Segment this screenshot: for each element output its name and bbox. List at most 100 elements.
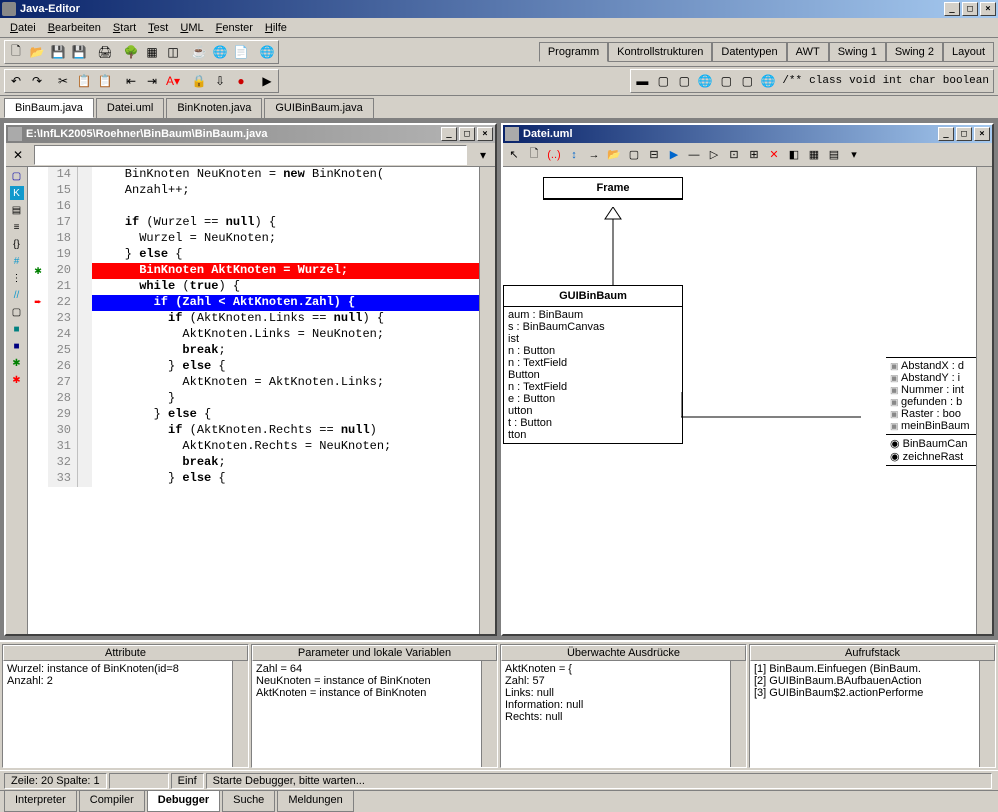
uml-right-box[interactable]: AbstandX : dAbstandY : iNummer : intgefu… — [886, 357, 976, 466]
tab-swing1[interactable]: Swing 1 — [829, 42, 886, 62]
uml-close-button[interactable]: × — [974, 127, 990, 141]
uml-delete-icon[interactable]: ✕ — [765, 146, 783, 164]
tab-debugger[interactable]: Debugger — [147, 791, 220, 812]
uml-group-icon[interactable]: ⊞ — [745, 146, 763, 164]
window-icon[interactable]: ▢ — [653, 71, 673, 91]
indent-right-icon[interactable]: ⇥ — [142, 71, 162, 91]
dropdown-arrow-icon[interactable]: ▾ — [473, 145, 493, 165]
app-icon-btn[interactable]: ☕ — [189, 42, 209, 62]
paste-icon[interactable]: 📋 — [95, 71, 115, 91]
tab-kontrollstrukturen[interactable]: Kontrollstrukturen — [608, 42, 712, 62]
uml-icon[interactable]: ◫ — [163, 42, 183, 62]
gutter-icon[interactable]: ■ — [10, 322, 24, 336]
tab-awt[interactable]: AWT — [787, 42, 829, 62]
menu-datei[interactable]: Datei — [4, 20, 42, 36]
tab-binbaum[interactable]: BinBaum.java — [4, 98, 94, 118]
panel-callstack-body[interactable]: [1] BinBaum.Einfuegen (BinBaum.[2] GUIBi… — [750, 661, 995, 767]
uml-guibinbaum-box[interactable]: GUIBinBaum aum : BinBaums : BinBaumCanva… — [503, 285, 683, 444]
code-close-button[interactable]: × — [477, 127, 493, 141]
uml-more-icon[interactable]: ▾ — [845, 146, 863, 164]
gutter-icon[interactable]: ✱ — [10, 373, 24, 387]
uml-scrollbar[interactable] — [976, 167, 992, 634]
uml-play-icon[interactable]: ▶ — [665, 146, 683, 164]
uml-box-icon[interactable]: ▢ — [625, 146, 643, 164]
tab-swing2[interactable]: Swing 2 — [886, 42, 943, 62]
gutter-icon[interactable]: ≡ — [10, 220, 24, 234]
tab-dateiuml[interactable]: Datei.uml — [96, 98, 164, 118]
uml-cursor-icon[interactable]: ↖ — [505, 146, 523, 164]
tab-suche[interactable]: Suche — [222, 791, 275, 812]
menu-fenster[interactable]: Fenster — [210, 20, 259, 36]
menu-bearbeiten[interactable]: Bearbeiten — [42, 20, 107, 36]
uml-min-button[interactable]: _ — [938, 127, 954, 141]
editor-close-icon[interactable]: ✕ — [8, 145, 28, 165]
gutter-icon[interactable]: {} — [10, 237, 24, 251]
panel-attribute-body[interactable]: Wurzel: instance of BinKnoten(id=8Anzahl… — [3, 661, 248, 767]
badge-boolean[interactable]: boolean — [940, 74, 992, 88]
panel-watched-body[interactable]: AktKnoten = { Zahl: 57 Links: null Infor… — [501, 661, 746, 767]
tab-interpreter[interactable]: Interpreter — [4, 791, 77, 812]
redo-icon[interactable]: ↷ — [27, 71, 47, 91]
member-dropdown[interactable] — [34, 145, 467, 165]
open-folder-icon[interactable]: 📂 — [27, 42, 47, 62]
code-window-titlebar[interactable]: E:\InfLK2005\Roehner\BinBaum\BinBaum.jav… — [6, 125, 495, 143]
applet-icon[interactable]: 🌐 — [210, 42, 230, 62]
uml-sort-icon[interactable]: ↕ — [565, 146, 583, 164]
tab-datentypen[interactable]: Datentypen — [712, 42, 786, 62]
panel-scrollbar[interactable] — [730, 661, 746, 767]
console-icon[interactable]: ▬ — [632, 71, 652, 91]
globe-icon[interactable]: 🌐 — [695, 71, 715, 91]
tab-compiler[interactable]: Compiler — [79, 791, 145, 812]
gutter-icon[interactable]: K — [10, 186, 24, 200]
gutter-icon[interactable]: ⋮ — [10, 271, 24, 285]
uml-arrow-icon[interactable]: → — [585, 146, 603, 164]
uml-open-icon[interactable]: 📂 — [605, 146, 623, 164]
run-icon[interactable]: ▶ — [257, 71, 277, 91]
code-area[interactable]: 14 BinKnoten NeuKnoten = new BinKnoten(1… — [28, 167, 479, 634]
uml-tile-icon[interactable]: ▤ — [825, 146, 843, 164]
gutter-icon[interactable]: // — [10, 288, 24, 302]
indent-left-icon[interactable]: ⇤ — [121, 71, 141, 91]
font-icon[interactable]: A▾ — [163, 71, 183, 91]
uml-bracket-icon[interactable]: (..) — [545, 146, 563, 164]
uml-export-icon[interactable]: ▦ — [805, 146, 823, 164]
menu-start[interactable]: Start — [107, 20, 142, 36]
badge-void[interactable]: void — [846, 74, 878, 88]
close-button[interactable]: × — [980, 2, 996, 16]
gutter-icon[interactable]: # — [10, 254, 24, 268]
minimize-button[interactable]: _ — [944, 2, 960, 16]
badge-int[interactable]: int — [880, 74, 906, 88]
breakpoint-icon[interactable]: ● — [231, 71, 251, 91]
tab-guibinbaum[interactable]: GUIBinBaum.java — [264, 98, 373, 118]
panel-scrollbar[interactable] — [232, 661, 248, 767]
uml-del-icon[interactable]: ⊡ — [725, 146, 743, 164]
doc-icon[interactable]: 📄 — [231, 42, 251, 62]
uml-canvas[interactable]: Frame GUIBinBaum aum : BinBaums : BinBau… — [503, 167, 976, 634]
menu-hilfe[interactable]: Hilfe — [259, 20, 293, 36]
browser-icon[interactable]: 🌐 — [257, 42, 277, 62]
tab-meldungen[interactable]: Meldungen — [277, 791, 353, 812]
uml-layout-icon[interactable]: ◧ — [785, 146, 803, 164]
save-icon[interactable]: 💾 — [48, 42, 68, 62]
uml-inherit-icon[interactable]: ▷ — [705, 146, 723, 164]
save-all-icon[interactable]: 💾 — [69, 42, 89, 62]
lock-icon[interactable]: 🔒 — [189, 71, 209, 91]
tree-icon[interactable]: 🌳 — [121, 42, 141, 62]
gutter-icon[interactable]: ✱ — [10, 356, 24, 370]
uml-assoc-icon[interactable]: — — [685, 146, 703, 164]
cut-icon[interactable]: ✂ — [53, 71, 73, 91]
uml-window-titlebar[interactable]: Datei.uml _ □ × — [503, 125, 992, 143]
panel-scrollbar[interactable] — [979, 661, 995, 767]
gutter-icon[interactable]: ■ — [10, 339, 24, 353]
globe2-icon[interactable]: 🌐 — [758, 71, 778, 91]
menu-test[interactable]: Test — [142, 20, 174, 36]
code-scrollbar[interactable] — [479, 167, 495, 634]
uml-new-icon[interactable]: 🗋 — [525, 146, 543, 164]
panel-params-body[interactable]: Zahl = 64NeuKnoten = instance of BinKnot… — [252, 661, 497, 767]
panel-icon[interactable]: ▢ — [737, 71, 757, 91]
gutter-icon[interactable]: ▢ — [10, 169, 24, 183]
uml-frame-box[interactable]: Frame — [543, 177, 683, 200]
code-min-button[interactable]: _ — [441, 127, 457, 141]
uml-cls-icon[interactable]: ⊟ — [645, 146, 663, 164]
badge-comment[interactable]: /** — [779, 74, 805, 88]
